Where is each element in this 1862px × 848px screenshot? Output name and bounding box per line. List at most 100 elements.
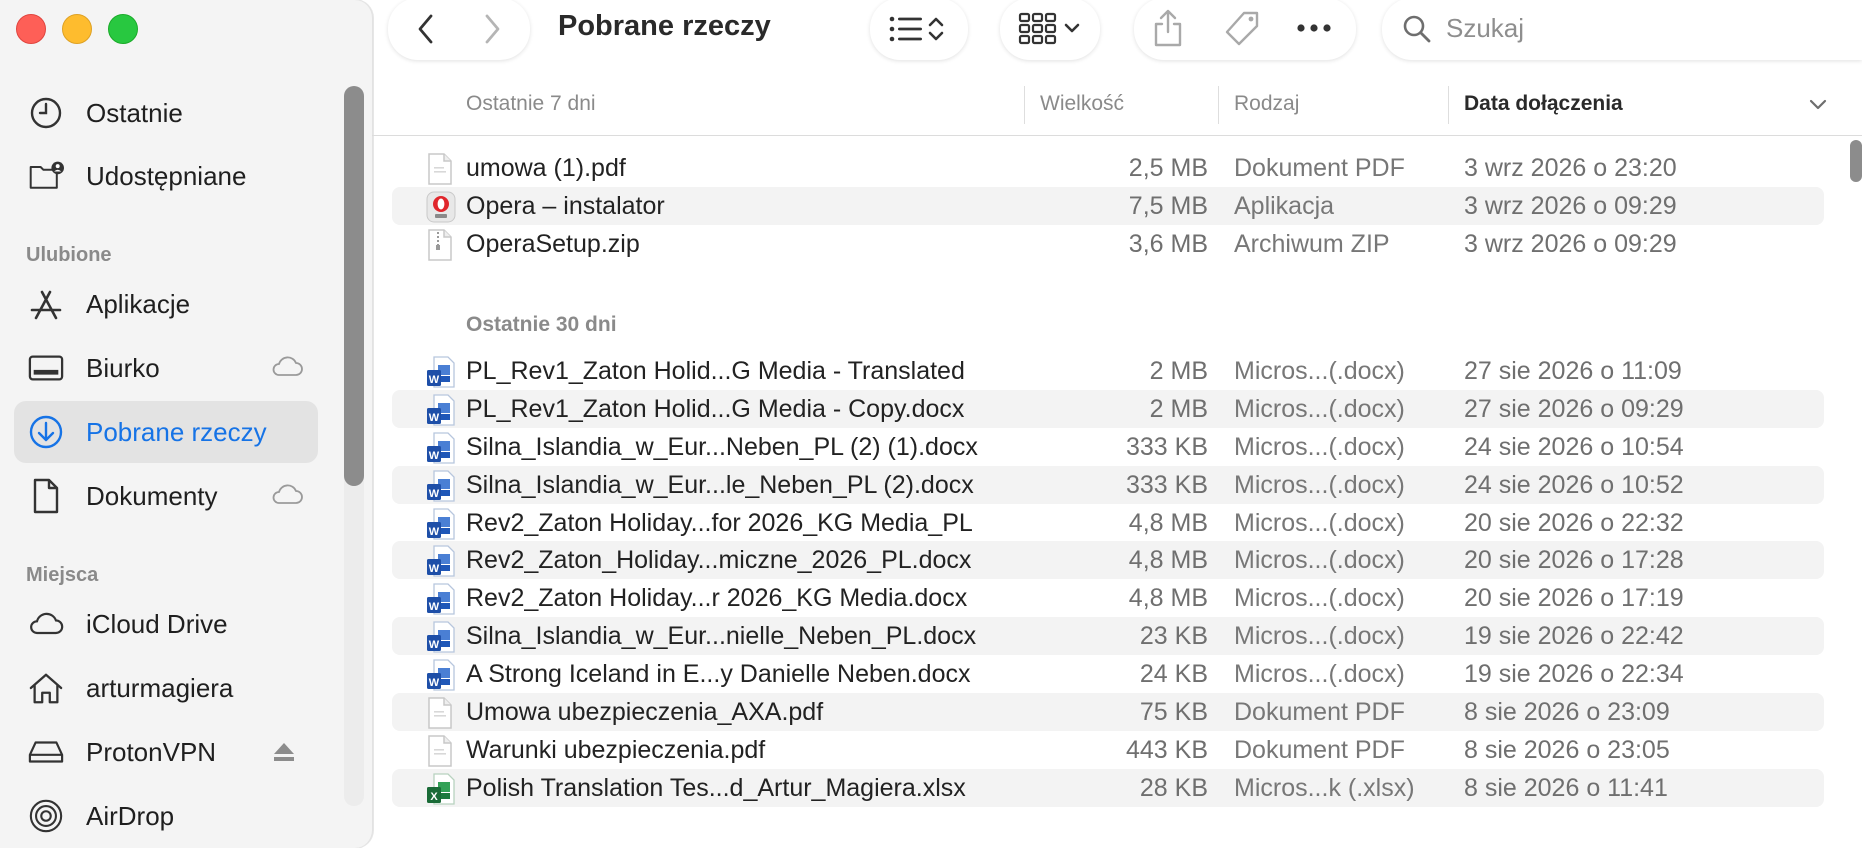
word-document-icon: W xyxy=(426,545,455,577)
file-kind: Micros...(.docx) xyxy=(1234,584,1405,612)
sidebar-scrollbar[interactable] xyxy=(344,86,364,486)
file-name: Silna_Islandia_w_Eur...nielle_Neben_PL.d… xyxy=(466,622,977,650)
share-icon[interactable] xyxy=(1150,8,1186,48)
file-row[interactable]: W Silna_Islandia_w_Eur...Neben_PL (2) (1)… xyxy=(392,428,1824,466)
file-row[interactable]: Umowa ubezpieczenia_AXA.pdf 75 KB Dokument… xyxy=(392,693,1824,731)
file-date-added: 8 sie 2026 o 11:41 xyxy=(1464,774,1668,802)
file-row[interactable]: Warunki ubezpieczenia.pdf 443 KB Dokument … xyxy=(392,731,1824,769)
file-size: 4,8 MB xyxy=(1128,546,1208,574)
file-row[interactable]: umowa (1).pdf 2,5 MB Dokument PDF 3 wrz 202… xyxy=(392,149,1824,187)
home-icon xyxy=(28,670,64,706)
minimize-window-button[interactable] xyxy=(62,14,92,44)
svg-text:W: W xyxy=(429,450,440,462)
file-kind: Micros...(.docx) xyxy=(1234,395,1405,423)
clock-icon xyxy=(28,95,64,131)
sidebar-item-shared[interactable]: Udostępniane xyxy=(14,145,318,207)
column-header-size[interactable]: Wielkość xyxy=(1040,92,1124,116)
sidebar-item-recents[interactable]: Ostatnie xyxy=(14,82,318,144)
icloud-status-icon xyxy=(270,483,304,512)
sidebar-item-airdrop[interactable]: AirDrop xyxy=(14,785,318,847)
file-kind: Micros...(.docx) xyxy=(1234,509,1405,537)
file-date-added: 20 sie 2026 o 17:28 xyxy=(1464,546,1684,574)
svg-text:W: W xyxy=(429,563,440,575)
file-row[interactable]: W Rev2_Zaton_Holiday...miczne_2026_PL.doc… xyxy=(392,541,1824,579)
svg-text:W: W xyxy=(429,639,440,651)
file-name: Umowa ubezpieczenia_AXA.pdf xyxy=(466,698,824,726)
file-row[interactable]: Opera – instalator 7,5 MB Aplikacja 3 wrz 2… xyxy=(392,187,1824,225)
word-document-icon: W xyxy=(426,356,455,388)
favorites-header: Ulubione xyxy=(26,244,112,266)
pdf-file-icon xyxy=(426,735,454,767)
chevron-left-icon[interactable] xyxy=(410,12,442,46)
search-field[interactable]: Szukaj xyxy=(1382,0,1862,60)
sidebar-item-desktop[interactable]: Biurko xyxy=(14,337,318,399)
svg-text:X: X xyxy=(430,791,438,803)
file-size: 333 KB xyxy=(1125,433,1208,461)
file-kind: Aplikacja xyxy=(1234,192,1335,220)
chevron-right-icon[interactable] xyxy=(476,12,508,46)
zoom-window-button[interactable] xyxy=(108,14,138,44)
svg-text:W: W xyxy=(429,374,440,386)
file-row[interactable]: X Polish Translation Tes...d_Artur_Magier… xyxy=(392,769,1824,807)
icloud-status-icon xyxy=(270,355,304,384)
sidebar-item-downloads[interactable]: Pobrane rzeczy xyxy=(14,401,318,463)
cloud-icon xyxy=(28,606,64,642)
column-header-kind[interactable]: Rodzaj xyxy=(1234,92,1299,116)
file-date-added: 24 sie 2026 o 10:52 xyxy=(1464,471,1684,499)
file-row[interactable]: W PL_Rev1_Zaton Holid...G Media - Transla… xyxy=(392,352,1824,390)
sidebar-item-label: Biurko xyxy=(86,353,160,383)
file-date-added: 19 sie 2026 o 22:34 xyxy=(1464,660,1684,688)
file-row[interactable]: W PL_Rev1_Zaton Holid...G Media - Copy.do… xyxy=(392,390,1824,428)
file-kind: Micros...(.docx) xyxy=(1234,660,1405,688)
sidebar-item-protonvpn[interactable]: ProtonVPN xyxy=(14,721,318,783)
column-separator[interactable] xyxy=(1024,86,1025,124)
file-row[interactable]: W Rev2_Zaton Holiday...r 2026_KG Media.do… xyxy=(392,579,1824,617)
shared-folder-icon xyxy=(28,158,64,194)
column-separator[interactable] xyxy=(1448,86,1449,124)
eject-icon[interactable] xyxy=(272,741,296,768)
file-date-added: 27 sie 2026 o 09:29 xyxy=(1464,395,1684,423)
file-name: Rev2_Zaton Holiday...for 2026_KG Media_P… xyxy=(466,509,973,537)
svg-text:W: W xyxy=(429,526,440,538)
file-row[interactable]: W Rev2_Zaton Holiday...for 2026_KG Media_… xyxy=(392,504,1824,542)
column-header-date-added[interactable]: Data dołączenia xyxy=(1464,92,1623,116)
list-view-icon xyxy=(888,12,950,46)
column-separator[interactable] xyxy=(1218,86,1219,124)
more-icon[interactable] xyxy=(1294,13,1334,43)
file-name: PL_Rev1_Zaton Holid...G Media - Copy.doc… xyxy=(466,395,965,423)
file-size: 28 KB xyxy=(1139,774,1208,802)
file-name: Polish Translation Tes...d_Artur_Magiera… xyxy=(466,774,966,802)
group-by-button[interactable] xyxy=(1000,0,1100,60)
sort-descending-icon[interactable] xyxy=(1808,98,1828,117)
zip-file-icon xyxy=(426,229,454,261)
file-row[interactable]: OperaSetup.zip 3,6 MB Archiwum ZIP 3 wrz 20… xyxy=(392,225,1824,263)
download-icon xyxy=(28,414,64,450)
file-row[interactable]: W Silna_Islandia_w_Eur...le_Neben_PL (2).… xyxy=(392,466,1824,504)
file-row[interactable]: W A Strong Iceland in E...y Danielle Nebe… xyxy=(392,655,1824,693)
tag-icon[interactable] xyxy=(1222,9,1262,49)
sidebar-item-label: Pobrane rzeczy xyxy=(86,417,267,447)
file-row[interactable]: W Silna_Islandia_w_Eur...nielle_Neben_PL.… xyxy=(392,617,1824,655)
file-kind: Micros...k (.xlsx) xyxy=(1234,774,1415,802)
file-list-scrollbar[interactable] xyxy=(1850,140,1862,182)
column-header-name[interactable]: Ostatnie 7 dni xyxy=(466,92,596,116)
document-icon xyxy=(28,478,64,514)
sidebar-item-home[interactable]: arturmagiera xyxy=(14,657,318,719)
navigation-buttons xyxy=(388,0,530,60)
sidebar-item-documents[interactable]: Dokumenty xyxy=(14,465,318,527)
file-kind: Dokument PDF xyxy=(1234,736,1405,764)
view-mode-button[interactable] xyxy=(870,0,968,60)
desktop-icon xyxy=(28,350,64,386)
file-size: 7,5 MB xyxy=(1128,192,1208,220)
file-name: Silna_Islandia_w_Eur...le_Neben_PL (2).d… xyxy=(466,471,974,499)
pdf-file-icon xyxy=(426,153,454,185)
file-kind: Micros...(.docx) xyxy=(1234,546,1405,574)
word-document-icon: W xyxy=(426,508,455,540)
search-placeholder: Szukaj xyxy=(1446,13,1525,43)
close-window-button[interactable] xyxy=(16,14,46,44)
sidebar-item-label: ProtonVPN xyxy=(86,737,217,767)
sidebar-item-icloud-drive[interactable]: iCloud Drive xyxy=(14,593,318,655)
sidebar-item-applications[interactable]: Aplikacje xyxy=(14,273,318,335)
sidebar-item-label: Udostępniane xyxy=(86,161,247,191)
sidebar: Ostatnie Udostępniane Ulubione Aplikacje… xyxy=(0,0,373,848)
